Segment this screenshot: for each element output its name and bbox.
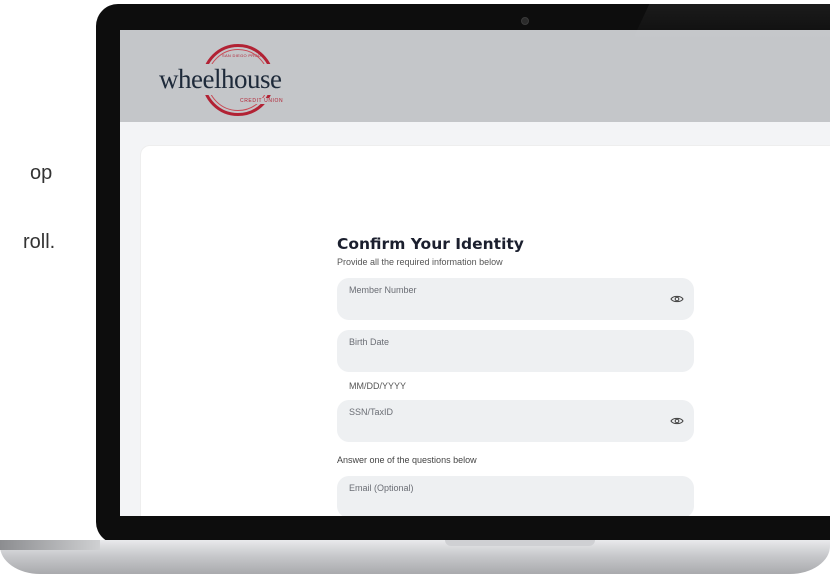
laptop-opening-notch <box>445 540 595 546</box>
email-field[interactable]: Email (Optional) <box>337 476 694 516</box>
logo-arc-text: SAN DIEGO PROUD <box>222 53 265 58</box>
member-number-field[interactable]: Member Number <box>337 278 694 320</box>
identity-form: Confirm Your Identity Provide all the re… <box>337 234 694 516</box>
birth-date-field[interactable]: Birth Date <box>337 330 694 372</box>
ssn-label: SSN/TaxID <box>349 407 394 417</box>
webcam-icon <box>521 17 529 25</box>
laptop-base-edge <box>0 540 100 550</box>
logo-wordmark: wheelhouse <box>158 64 283 95</box>
questions-note: Answer one of the questions below <box>337 455 477 465</box>
side-text-line-2: roll. <box>23 231 56 253</box>
ssn-field[interactable]: SSN/TaxID <box>337 400 694 442</box>
email-input[interactable] <box>349 496 653 514</box>
screen-glare <box>630 4 830 44</box>
show-member-number-eye-icon[interactable] <box>670 293 684 305</box>
birth-date-helper: MM/DD/YYYY <box>349 381 407 391</box>
ssn-input[interactable] <box>349 420 653 438</box>
wheelhouse-logo[interactable]: SAN DIEGO PROUD wheelhouse CREDIT UNION <box>158 44 318 118</box>
show-ssn-eye-icon[interactable] <box>670 415 684 427</box>
laptop-base <box>0 540 830 574</box>
logo-tagline: CREDIT UNION <box>238 98 286 104</box>
birth-date-label: Birth Date <box>349 337 390 347</box>
form-subtitle: Provide all the required information bel… <box>337 257 503 267</box>
member-number-input[interactable] <box>349 298 653 316</box>
form-title: Confirm Your Identity <box>337 235 524 253</box>
birth-date-input[interactable] <box>349 350 653 368</box>
member-number-label: Member Number <box>349 285 417 295</box>
laptop-screen: SAN DIEGO PROUD wheelhouse CREDIT UNION … <box>120 30 830 516</box>
email-label: Email (Optional) <box>349 483 414 493</box>
side-text-line-1: op <box>30 162 53 184</box>
